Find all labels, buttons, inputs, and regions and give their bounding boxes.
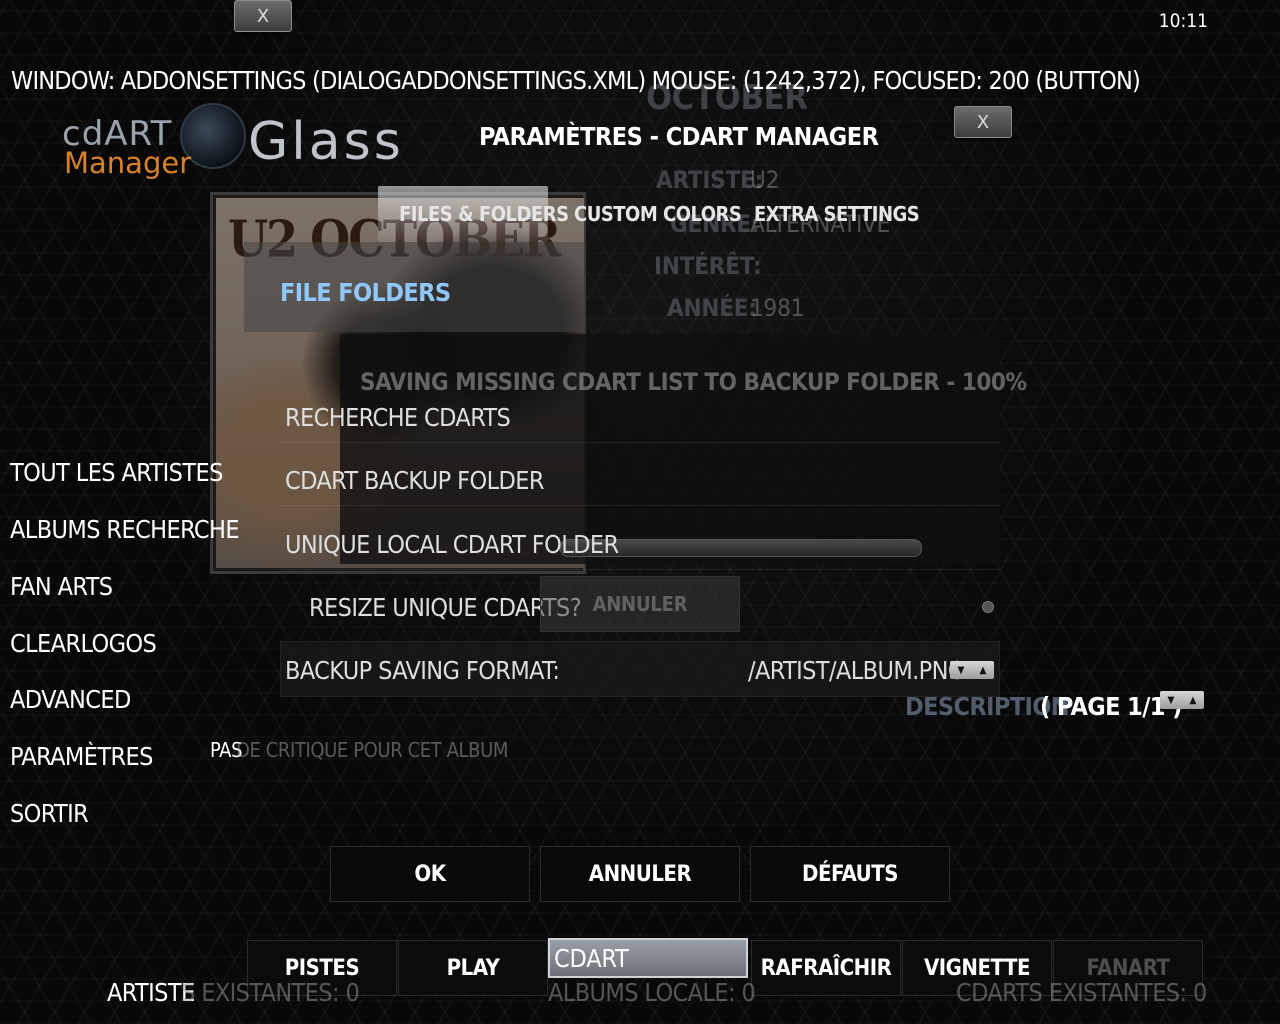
artist-value: U2 bbox=[750, 166, 780, 194]
arrow-down-icon[interactable]: ▼ bbox=[958, 665, 965, 676]
tab-extra-settings[interactable]: EXTRA SETTINGS bbox=[754, 202, 920, 226]
menu-fan-arts[interactable]: FAN ARTS bbox=[10, 572, 113, 601]
row-backup-folder[interactable]: CDART BACKUP FOLDER bbox=[285, 466, 545, 495]
row-recherche-cdarts[interactable]: RECHERCHE CDARTS bbox=[285, 403, 511, 432]
format-spinner[interactable]: ▼ ▲ bbox=[950, 661, 994, 679]
resize-toggle[interactable] bbox=[982, 601, 994, 613]
interest-label: INTÉRÊT: bbox=[654, 252, 762, 280]
menu-parametres[interactable]: PARAMÈTRES bbox=[10, 742, 153, 771]
description-spinner[interactable]: ▼ ▲ bbox=[1160, 691, 1204, 709]
row-separator bbox=[280, 505, 1000, 506]
ok-button[interactable]: OK bbox=[330, 846, 530, 902]
close-icon: X bbox=[976, 111, 990, 133]
logo-manager: Manager bbox=[64, 146, 192, 180]
status-artists-count: S EXISTANTES: 0 bbox=[181, 978, 360, 1007]
format-label: BACKUP SAVING FORMAT: bbox=[285, 656, 560, 685]
dialog-title: PARAMÈTRES - CDART MANAGER bbox=[479, 122, 879, 151]
menu-all-artists[interactable]: TOUT LES ARTISTES bbox=[10, 458, 223, 487]
row-unique-local-folder[interactable]: UNIQUE LOCAL CDART FOLDER bbox=[285, 530, 619, 559]
menu-sortir[interactable]: SORTIR bbox=[10, 799, 89, 828]
menu-advanced[interactable]: ADVANCED bbox=[10, 685, 131, 714]
arrow-up-icon[interactable]: ▲ bbox=[980, 665, 987, 676]
row-separator bbox=[280, 569, 1000, 570]
menu-albums-search[interactable]: ALBUMS RECHERCHE bbox=[10, 515, 240, 544]
defaults-button[interactable]: DÉFAUTS bbox=[750, 846, 950, 902]
dialog-close-button[interactable]: X bbox=[954, 106, 1012, 138]
status-albums-count: ALBUMS LOCALE: 0 bbox=[548, 978, 756, 1007]
bottom-refresh-button[interactable]: RAFRAîCHIR bbox=[751, 940, 901, 996]
section-file-folders: FILE FOLDERS bbox=[280, 278, 451, 307]
tab-custom-colors[interactable]: CUSTOM COLORS bbox=[574, 202, 742, 226]
close-button-top[interactable]: X bbox=[234, 0, 292, 32]
bottom-cdart-button[interactable]: CDART bbox=[548, 938, 748, 978]
close-icon: X bbox=[256, 5, 270, 27]
ghost-cancel-button: ANNULER bbox=[540, 576, 740, 632]
status-cdarts-count: CDARTS EXISTANTES: 0 bbox=[956, 978, 1207, 1007]
arrow-up-icon[interactable]: ▲ bbox=[1190, 695, 1197, 706]
logo-glass: Glass bbox=[248, 112, 404, 172]
review-text: DE CRITIQUE POUR CET ALBUM bbox=[236, 738, 509, 762]
cancel-button[interactable]: ANNULER bbox=[540, 846, 740, 902]
debug-info: WINDOW: ADDONSETTINGS (DIALOGADDONSETTIN… bbox=[11, 66, 1141, 95]
row-separator bbox=[280, 442, 1000, 443]
year-label: ANNÉE: bbox=[667, 294, 757, 322]
progress-text: SAVING MISSING CDART LIST TO BACKUP FOLD… bbox=[360, 368, 1027, 396]
clock: 10:11 bbox=[1158, 10, 1208, 32]
tab-files-folders[interactable]: FILES & FOLDERS bbox=[399, 202, 569, 226]
format-value: /ARTIST/ALBUM.PNG bbox=[748, 656, 965, 685]
menu-clearlogos[interactable]: CLEARLOGOS bbox=[10, 629, 157, 658]
artist-label: ARTISTE: bbox=[656, 166, 764, 194]
arrow-down-icon[interactable]: ▼ bbox=[1168, 695, 1175, 706]
bottom-play-button[interactable]: PLAY bbox=[398, 940, 548, 996]
year-value: 1981 bbox=[750, 294, 805, 322]
